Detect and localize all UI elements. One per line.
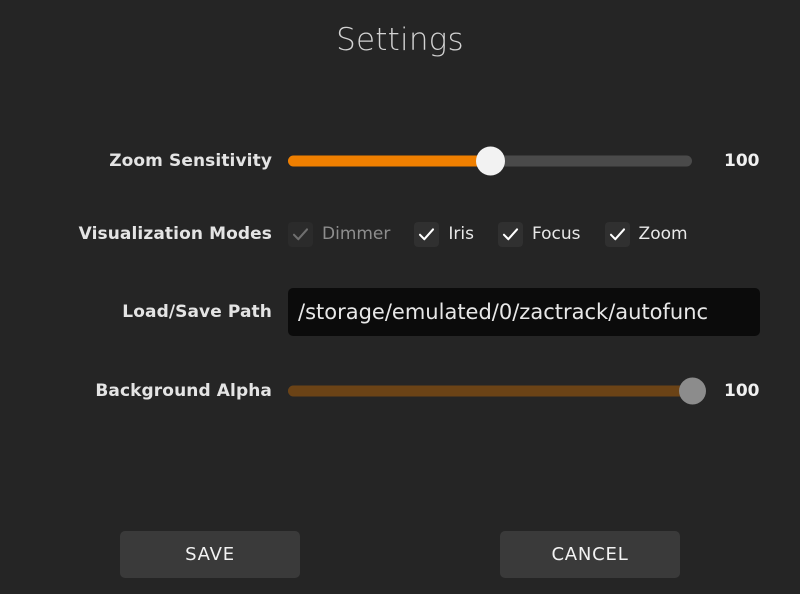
page-title: Settings — [0, 22, 800, 58]
row-load-save-path: Load/Save Path /storage/emulated/0/zactr… — [0, 288, 800, 336]
row-background-alpha: Background Alpha 100 — [0, 371, 800, 411]
checkbox-zoom[interactable]: Zoom — [605, 222, 688, 247]
row-zoom-sensitivity: Zoom Sensitivity 100 — [0, 141, 800, 181]
slider-fill — [288, 386, 692, 397]
zoom-sensitivity-slider[interactable] — [288, 147, 692, 175]
background-alpha-label: Background Alpha — [0, 381, 272, 401]
visualization-modes-checkbox-group: Dimmer Iris Focus Zoom — [288, 222, 712, 247]
background-alpha-value: 100 — [724, 381, 764, 401]
checkmark-icon[interactable] — [414, 222, 439, 247]
slider-thumb[interactable] — [476, 147, 505, 176]
slider-fill — [288, 156, 490, 167]
checkbox-label: Focus — [532, 224, 581, 244]
zoom-sensitivity-label: Zoom Sensitivity — [0, 151, 272, 171]
load-save-path-control: /storage/emulated/0/zactrack/autofunc — [288, 288, 760, 336]
visualization-modes-control: Dimmer Iris Focus Zoom — [288, 222, 712, 247]
checkmark-icon — [288, 222, 313, 247]
checkbox-focus[interactable]: Focus — [498, 222, 581, 247]
zoom-sensitivity-value: 100 — [724, 151, 764, 171]
background-alpha-slider[interactable] — [288, 377, 692, 405]
checkbox-dimmer: Dimmer — [288, 222, 390, 247]
cancel-button[interactable]: CANCEL — [500, 531, 680, 578]
load-save-path-label: Load/Save Path — [0, 302, 272, 322]
visualization-modes-label: Visualization Modes — [0, 224, 272, 244]
zoom-sensitivity-control: 100 — [288, 147, 764, 175]
row-visualization-modes: Visualization Modes Dimmer Iris Focus Zoom — [0, 214, 800, 254]
checkbox-iris[interactable]: Iris — [414, 222, 474, 247]
checkbox-label: Iris — [448, 224, 474, 244]
checkmark-icon[interactable] — [498, 222, 523, 247]
save-button[interactable]: SAVE — [120, 531, 300, 578]
slider-thumb[interactable] — [679, 378, 706, 405]
checkmark-icon[interactable] — [605, 222, 630, 247]
checkbox-label: Zoom — [639, 224, 688, 244]
load-save-path-input[interactable]: /storage/emulated/0/zactrack/autofunc — [288, 288, 760, 336]
checkbox-label: Dimmer — [322, 224, 390, 244]
background-alpha-control: 100 — [288, 377, 764, 405]
